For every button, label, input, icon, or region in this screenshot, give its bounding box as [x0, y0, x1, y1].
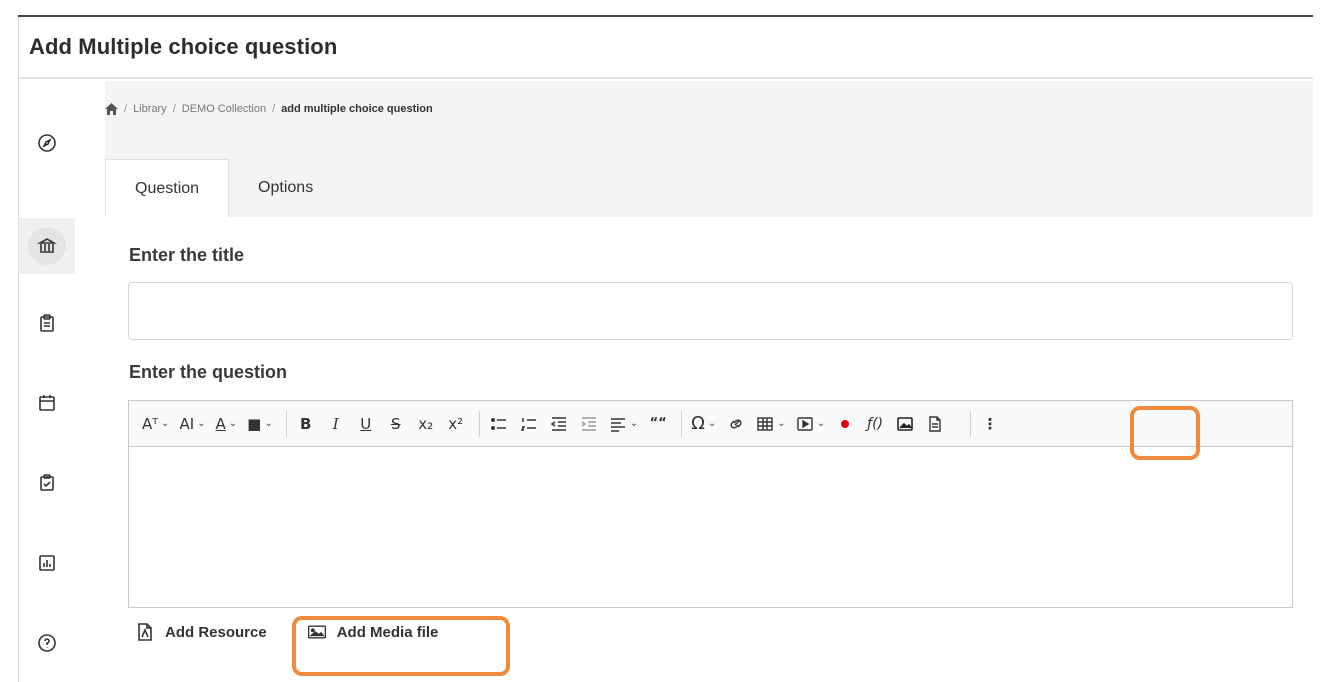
tab-options[interactable]: Options [229, 159, 342, 217]
breadcrumb-separator: / [272, 103, 276, 115]
breadcrumb-separator: / [124, 103, 128, 115]
italic-button[interactable]: I [323, 409, 349, 439]
add-media-highlight [292, 616, 510, 676]
document-icon[interactable] [922, 409, 948, 439]
sidebar [19, 81, 75, 682]
font-family-dropdown[interactable]: Aᵀ ⌄ [139, 409, 172, 439]
font-size-dropdown[interactable]: AI ⌄ [176, 409, 208, 439]
title-label: Enter the title [129, 245, 245, 265]
clipboard-icon[interactable] [19, 295, 75, 351]
tab-bar: Question Options [105, 159, 1313, 217]
breadcrumb-current: add multiple choice question [281, 103, 433, 115]
breadcrumb-library[interactable]: Library [133, 103, 167, 115]
indent-icon[interactable] [576, 409, 602, 439]
superscript-button[interactable]: x² [443, 409, 469, 439]
record-icon[interactable] [832, 409, 858, 439]
image-icon[interactable] [892, 409, 918, 439]
chart-icon[interactable] [19, 535, 75, 591]
numbered-list-icon[interactable] [516, 409, 542, 439]
editor-toolbar: Aᵀ ⌄ AI ⌄ A ⌄ ■ ⌄ B I U S x₂ x² ⌄ ““ Ω ⌄… [129, 401, 1292, 447]
toolbar-separator [285, 410, 287, 437]
outdent-icon[interactable] [546, 409, 572, 439]
app-frame: Add Multiple choice question / Library /… [18, 15, 1313, 682]
add-resource-label: Add Resource [165, 623, 267, 641]
background-color-dropdown[interactable]: ■ ⌄ [244, 409, 276, 439]
toolbar-separator [681, 410, 683, 437]
library-icon[interactable] [19, 218, 75, 274]
home-icon[interactable] [105, 103, 118, 115]
bold-button[interactable]: B [293, 409, 319, 439]
underline-button[interactable]: U [353, 409, 379, 439]
table-dropdown[interactable]: ⌄ [753, 409, 788, 439]
question-editor-body[interactable] [129, 447, 1292, 607]
title-input[interactable] [128, 282, 1293, 340]
media-embed-dropdown[interactable]: ⌄ [793, 409, 828, 439]
subscript-button[interactable]: x₂ [413, 409, 439, 439]
main-content: / Library / DEMO Collection / add multip… [105, 81, 1313, 682]
breadcrumb-collection[interactable]: DEMO Collection [182, 103, 266, 115]
checklist-icon[interactable] [19, 455, 75, 511]
question-editor: Aᵀ ⌄ AI ⌄ A ⌄ ■ ⌄ B I U S x₂ x² ⌄ ““ Ω ⌄… [128, 400, 1293, 608]
calendar-icon[interactable] [19, 375, 75, 431]
link-icon[interactable] [723, 409, 749, 439]
question-label: Enter the question [129, 362, 288, 382]
help-icon[interactable] [19, 615, 75, 671]
align-dropdown[interactable]: ⌄ [606, 409, 641, 439]
compass-icon[interactable] [19, 115, 75, 171]
image-button-highlight [1130, 406, 1200, 460]
pdf-icon [138, 623, 152, 641]
bulleted-list-icon[interactable] [486, 409, 512, 439]
tab-question[interactable]: Question [105, 159, 230, 217]
add-resource-button[interactable]: Add Resource [135, 622, 267, 642]
page-header: Add Multiple choice question [19, 17, 1313, 79]
toolbar-separator [970, 410, 972, 437]
font-color-dropdown[interactable]: A ⌄ [213, 409, 241, 439]
breadcrumb: / Library / DEMO Collection / add multip… [105, 103, 433, 115]
more-options-icon[interactable]: ⋮ [977, 409, 1003, 439]
toolbar-separator [478, 410, 480, 437]
breadcrumb-separator: / [172, 103, 176, 115]
special-characters-dropdown[interactable]: Ω ⌄ [688, 409, 719, 439]
blockquote-button[interactable]: ““ [645, 409, 671, 439]
page-title: Add Multiple choice question [29, 34, 338, 59]
strikethrough-button[interactable]: S [383, 409, 409, 439]
formula-icon[interactable]: ƒ() [862, 409, 888, 439]
